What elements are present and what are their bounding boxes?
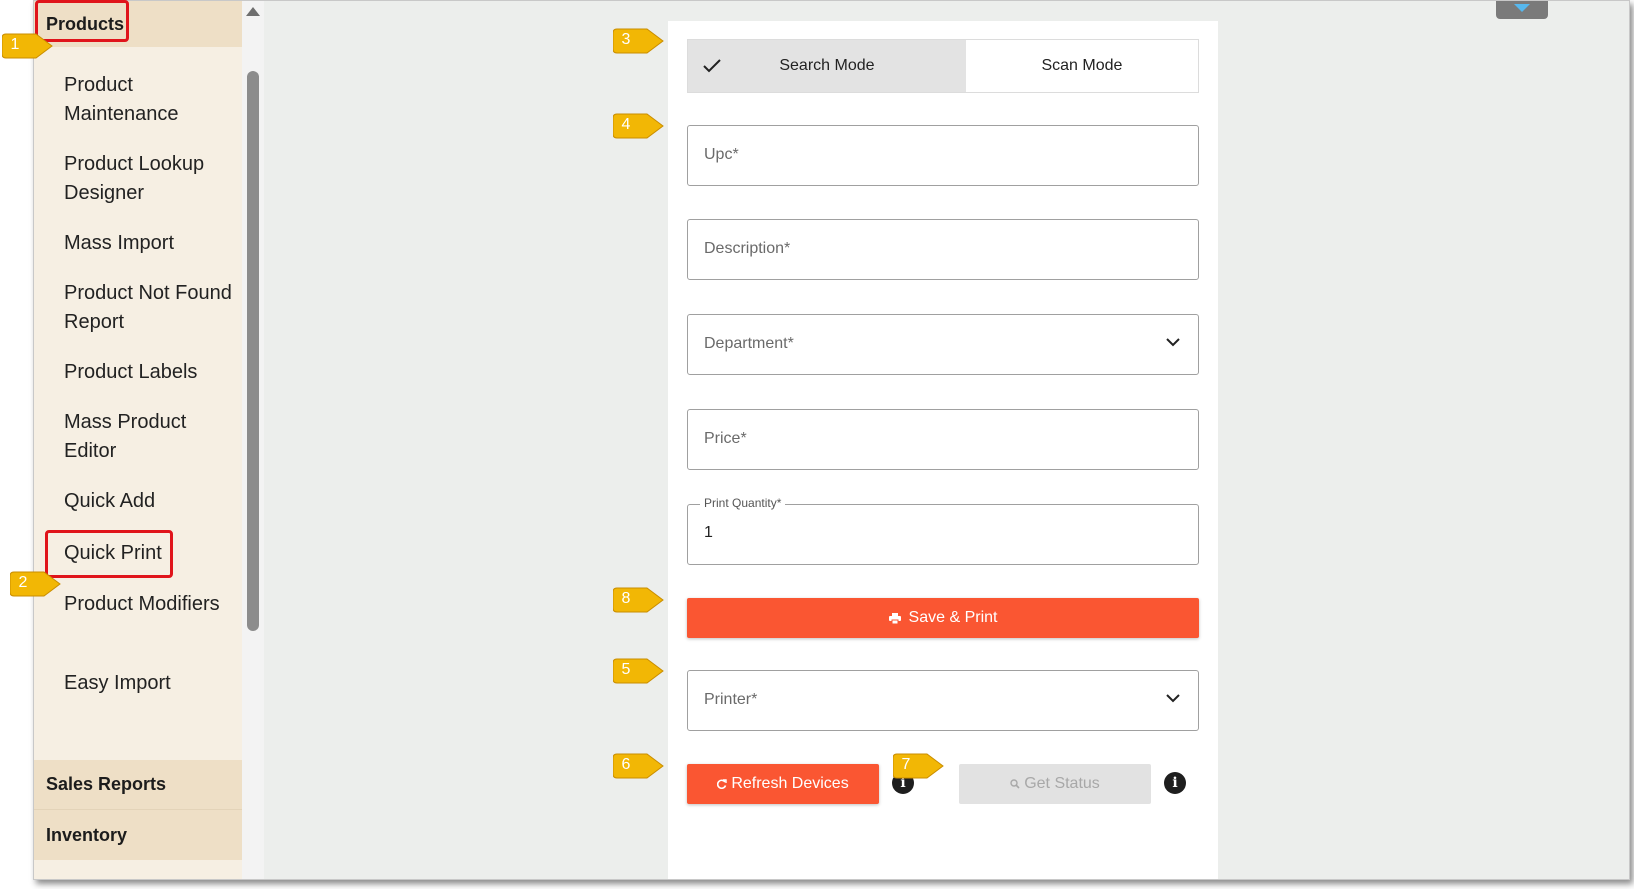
chevron-down-icon [1514, 4, 1530, 12]
sidebar-item-product-modifiers[interactable]: Product Modifiers [64, 590, 234, 619]
chevron-down-icon [1166, 338, 1180, 347]
callout-marker: 8 [612, 584, 665, 624]
search-mode-button[interactable]: Search Mode [688, 40, 966, 92]
save-print-button[interactable]: Save & Print [687, 598, 1199, 638]
sidebar-item-product-lookup-designer[interactable]: Product Lookup Designer [64, 150, 234, 208]
refresh-icon [717, 779, 728, 789]
description-field[interactable]: Description* [687, 219, 1199, 280]
upc-label: Upc* [704, 146, 739, 163]
callout-number: 3 [621, 31, 631, 48]
mode-toggle: Search Mode Scan Mode [687, 39, 1199, 93]
callout-marker: 6 [612, 750, 665, 790]
sidebar-scrollbar[interactable] [242, 1, 264, 879]
search-mode-label: Search Mode [779, 57, 875, 74]
callout-number: 5 [621, 661, 631, 678]
callout-number: 1 [10, 36, 20, 53]
get-status-button: Get Status [959, 764, 1151, 804]
collapse-tab-button[interactable] [1496, 1, 1548, 19]
sidebar-item-mass-product-editor[interactable]: Mass Product Editor [64, 408, 234, 466]
sidebar-section-inventory[interactable]: Inventory [34, 810, 242, 860]
scroll-up-arrow-icon[interactable] [246, 7, 260, 16]
print-quantity-label: Print Quantity* [700, 496, 786, 510]
callout-number: 4 [621, 116, 631, 133]
sidebar-item-quick-add[interactable]: Quick Add [64, 487, 234, 516]
scan-mode-label: Scan Mode [1041, 57, 1123, 74]
check-icon [703, 59, 721, 73]
price-field[interactable]: Price* [687, 409, 1199, 470]
callout-marker: 4 [612, 110, 665, 150]
department-select[interactable]: Department* [687, 314, 1199, 375]
refresh-devices-button[interactable]: Refresh Devices [687, 764, 879, 804]
print-quantity-value: 1 [704, 524, 713, 541]
search-icon [1010, 779, 1020, 789]
print-quantity-field[interactable]: Print Quantity* 1 [687, 496, 1199, 565]
department-label: Department* [704, 335, 794, 352]
highlight-box-quick-print [45, 530, 173, 578]
upc-field[interactable]: Upc* [687, 125, 1199, 186]
price-label: Price* [704, 430, 747, 447]
sidebar-item-easy-import[interactable]: Easy Import [64, 669, 234, 698]
printer-select[interactable]: Printer* [687, 670, 1199, 731]
callout-marker: 3 [612, 25, 665, 65]
scan-mode-button[interactable]: Scan Mode [965, 40, 1198, 92]
info-icon[interactable]: i [1164, 772, 1186, 794]
scrollbar-thumb[interactable] [247, 71, 259, 631]
sidebar: Products Product Maintenance Product Loo… [34, 1, 242, 879]
description-label: Description* [704, 240, 791, 257]
callout-marker: 1 [1, 30, 54, 70]
sidebar-item-product-labels[interactable]: Product Labels [64, 358, 234, 387]
callout-marker: 5 [612, 655, 665, 695]
callout-number: 7 [901, 756, 911, 773]
callout-marker: 7 [892, 750, 945, 790]
get-status-label: Get Status [1024, 775, 1100, 792]
chevron-down-icon [1166, 694, 1180, 703]
sidebar-section-sales-reports[interactable]: Sales Reports [34, 760, 242, 810]
sidebar-item-product-not-found-report[interactable]: Product Not Found Report [64, 279, 234, 337]
callout-marker: 2 [9, 568, 62, 608]
refresh-devices-label: Refresh Devices [731, 775, 849, 792]
sidebar-item-mass-import[interactable]: Mass Import [64, 229, 234, 258]
callout-number: 2 [18, 574, 28, 591]
callout-number: 6 [621, 756, 631, 773]
app-window: Products Product Maintenance Product Loo… [33, 0, 1630, 880]
printer-icon [888, 612, 901, 624]
save-print-label: Save & Print [908, 609, 998, 626]
sidebar-item-product-maintenance[interactable]: Product Maintenance [64, 71, 234, 129]
printer-label: Printer* [704, 691, 758, 708]
callout-number: 8 [621, 590, 631, 607]
